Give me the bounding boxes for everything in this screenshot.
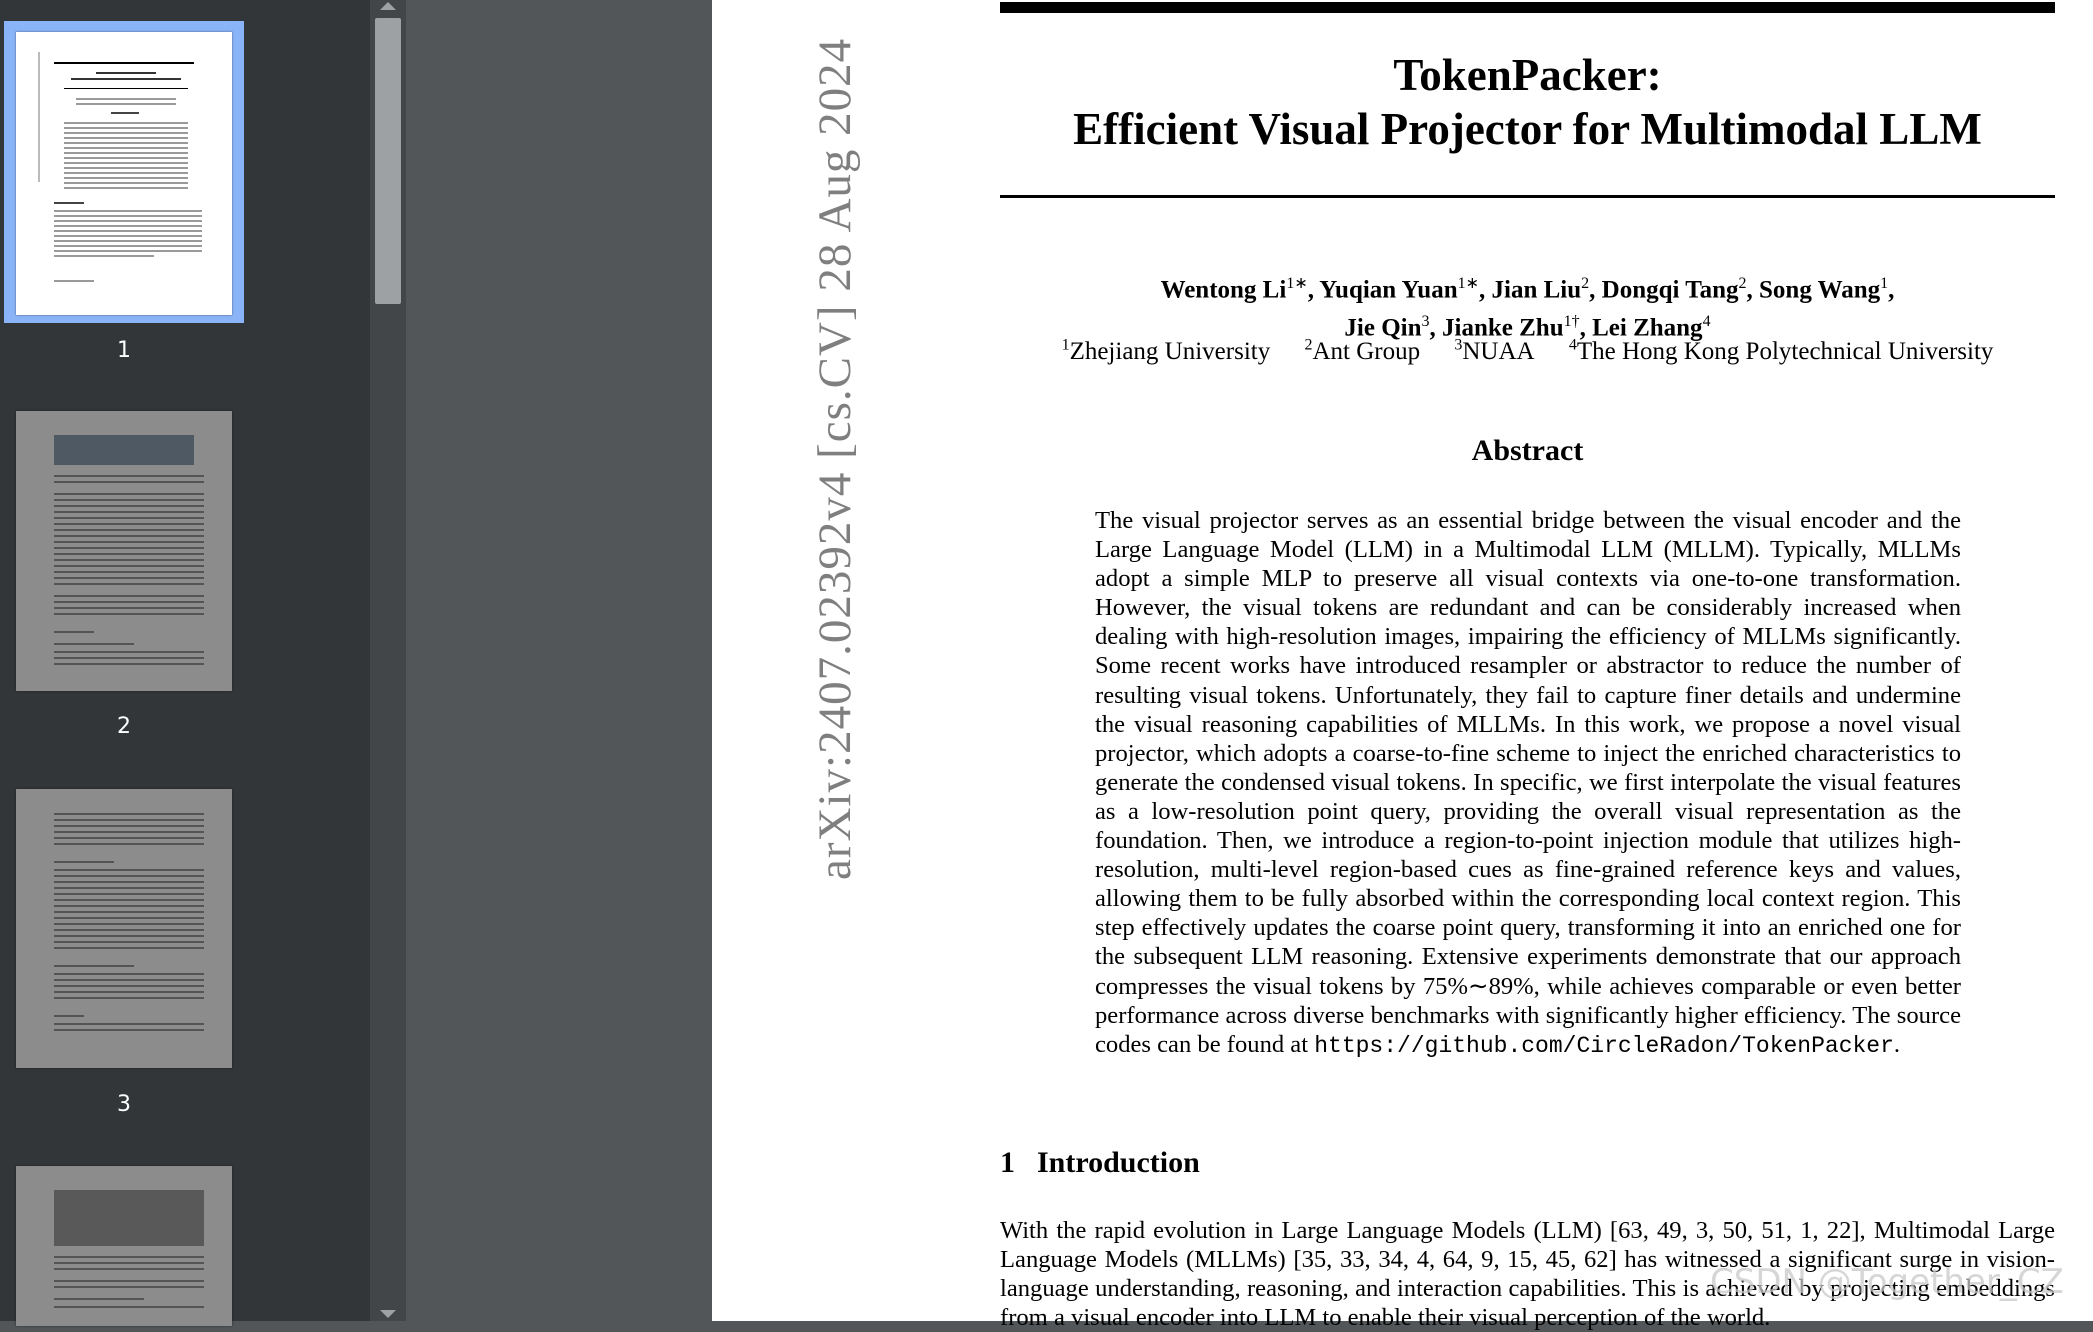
- author-name: Jian Liu: [1491, 276, 1582, 304]
- author-affil: 1∗: [1457, 275, 1480, 292]
- watermark: CSDN @Together_CZ: [1710, 1262, 2064, 1302]
- author-affil: 4: [1702, 313, 1711, 331]
- affiliation-name: Ant Group: [1312, 338, 1421, 366]
- title-line-2: Efficient Visual Projector for Multimoda…: [1073, 104, 1982, 154]
- section-title: Introduction: [1037, 1146, 1200, 1179]
- author-name: Yuqian Yuan: [1319, 276, 1458, 304]
- author-name: Song Wang: [1759, 276, 1881, 304]
- thumbnail-page-number: 2: [117, 714, 131, 739]
- author-affil: 1†: [1563, 313, 1580, 331]
- thumbnail-page-4[interactable]: [16, 1166, 232, 1326]
- scroll-up-arrow-icon[interactable]: [380, 2, 396, 10]
- author-affil: 1: [1880, 275, 1889, 292]
- thumbnail-page-number: 3: [117, 1092, 131, 1117]
- affiliation: 4The Hong Kong Polytechnical University: [1568, 337, 1994, 366]
- abstract-url-link[interactable]: https://github.com/CircleRadon/TokenPack…: [1314, 1033, 1894, 1059]
- title-bottom-rule: [1000, 195, 2055, 198]
- affiliation-list: 1Zhejiang University 2Ant Group 3NUAA 4T…: [1000, 330, 2055, 368]
- affiliation-number: 4: [1568, 337, 1577, 354]
- author-affil: 1∗: [1286, 275, 1308, 292]
- author-name: Wentong Li: [1160, 276, 1287, 304]
- author-separator: ,: [1307, 276, 1320, 304]
- thumbnail-scrollbar[interactable]: [370, 0, 406, 1321]
- abstract-text: The visual projector serves as an essent…: [1095, 507, 1961, 1058]
- author-affil: 3: [1421, 313, 1430, 331]
- section-number: 1: [1000, 1146, 1015, 1179]
- affiliation-number: 1: [1061, 337, 1070, 354]
- author-name: Dongqi Tang: [1601, 276, 1739, 304]
- affiliation: 3NUAA: [1454, 337, 1535, 366]
- scrollbar-thumb[interactable]: [375, 18, 401, 304]
- affiliation: 2Ant Group: [1304, 337, 1421, 366]
- abstract-body: The visual projector serves as an essent…: [1095, 506, 1961, 1061]
- author-separator: ,: [1479, 276, 1492, 304]
- author-line-1: Wentong Li1∗, Yuqian Yuan1∗, Jian Liu2, …: [1000, 268, 2055, 306]
- affiliation-name: Zhejiang University: [1069, 338, 1271, 366]
- affiliation: 1Zhejiang University: [1061, 337, 1271, 366]
- author-separator: ,: [1888, 276, 1895, 304]
- abstract-end: .: [1893, 1030, 1901, 1058]
- section-heading-introduction: 1 Introduction: [1000, 1146, 1200, 1180]
- paper-title: TokenPacker: Efficient Visual Projector …: [1000, 48, 2055, 156]
- affiliation-name: The Hong Kong Polytechnical University: [1576, 338, 1994, 366]
- abstract-heading: Abstract: [1471, 434, 1584, 467]
- thumbnail-page-3[interactable]: [16, 789, 232, 1068]
- title-line-1: TokenPacker:: [1393, 50, 1662, 100]
- thumbnail-page-number: 1: [117, 338, 131, 363]
- title-top-rule: [1000, 2, 2055, 13]
- thumbnail-page-2[interactable]: [16, 411, 232, 691]
- thumbnail-sidebar: 1 2 3: [0, 0, 370, 1326]
- author-affil: 2: [1581, 275, 1590, 292]
- affiliation-name: NUAA: [1462, 338, 1535, 366]
- author-separator: ,: [1746, 276, 1760, 304]
- scroll-down-arrow-icon[interactable]: [380, 1310, 396, 1318]
- author-separator: ,: [1589, 276, 1602, 304]
- arxiv-identifier: arXiv:2407.02392v4 [cs.CV] 28 Aug 2024: [809, 37, 861, 880]
- author-affil: 2: [1738, 275, 1747, 292]
- thumbnail-page-1[interactable]: [16, 32, 232, 315]
